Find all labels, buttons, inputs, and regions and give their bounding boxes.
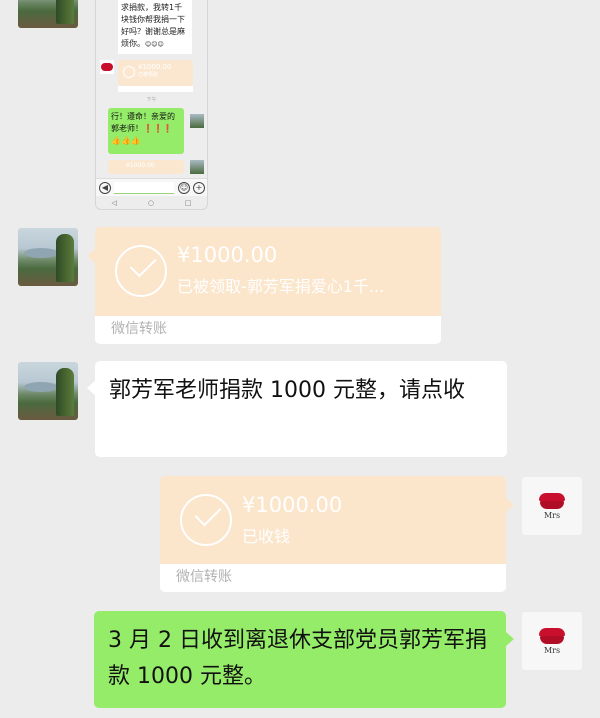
message-text: 3 月 2 日收到离退休支部党员郭芳军捐款 1000 元整。	[108, 628, 487, 689]
transfer-card-body: ¥1000.00 已收钱	[160, 476, 506, 564]
check-circle-icon	[115, 245, 167, 297]
message-text: 郭芳军老师捐款 1000 元整，请点收	[109, 378, 465, 403]
transfer-footer-label: 微信转账	[160, 564, 506, 592]
emoji-icon: ☺	[178, 182, 190, 194]
transfer-amount: ¥1000.00	[242, 493, 343, 517]
shot-line: 块钱你帮我捐一下	[121, 15, 185, 24]
shot-reply-bubble: 行！遵命！亲爱的 郭老师！❗❗❗ 👍👍👍	[108, 108, 184, 154]
bubble-tail	[506, 498, 514, 512]
bubble-tail	[87, 381, 95, 395]
my-avatar[interactable]: Mrs	[522, 612, 582, 670]
voice-icon: ◀	[99, 182, 111, 194]
shot-transfer-card: ¥1000.00 已被领取	[118, 60, 193, 86]
transfer-card-body: ¥1000.00 已被领取-郭芳军捐爱心1千...	[95, 227, 441, 316]
shot-transfer-footer	[118, 86, 193, 92]
shot-reply-line: 👍👍👍	[111, 136, 141, 145]
shot-input-bar: ◀ ☺ +	[96, 178, 207, 196]
avatar-tree	[56, 0, 74, 24]
transfer-card-footer-wrap: 微信转账	[95, 316, 441, 344]
screenshot-image-message[interactable]: 求捐款，我转1千 块钱你帮我捐一下 好吗？谢谢总是麻 烦你。😊😊😊 ¥1000.…	[95, 0, 208, 210]
lips-icon	[539, 492, 565, 509]
transfer-card-sent[interactable]: ¥1000.00 已收钱	[160, 476, 506, 564]
shot-transfer-card-2: ¥1000.00	[108, 160, 184, 174]
transfer-footer-label: 微信转账	[95, 316, 441, 344]
avatar-lake	[24, 382, 58, 392]
back-icon: ◁	[111, 199, 117, 207]
contact-avatar[interactable]	[18, 362, 78, 420]
lips-icon	[539, 627, 565, 644]
contact-avatar[interactable]	[18, 0, 78, 28]
message-bubble-outgoing[interactable]: 3 月 2 日收到离退休支部党员郭芳军捐款 1000 元整。	[94, 611, 506, 708]
shot-reply-line: 郭老师！❗❗❗	[111, 124, 173, 133]
message-bubble-incoming[interactable]: 郭芳军老师捐款 1000 元整，请点收	[95, 361, 507, 457]
shot-transfer-amount: ¥1000.00	[138, 63, 172, 71]
transfer-card-footer-wrap: 微信转账	[160, 564, 506, 592]
check-circle-icon	[180, 494, 232, 546]
plus-icon: +	[193, 182, 205, 194]
shot-input-field	[114, 182, 174, 194]
my-avatar[interactable]: Mrs	[522, 477, 582, 535]
shot-avatar-icon	[190, 160, 204, 174]
recents-icon: □	[184, 199, 192, 207]
avatar-label: Mrs	[543, 510, 561, 520]
contact-avatar[interactable]	[18, 228, 78, 286]
transfer-description: 已被领取-郭芳军捐爱心1千...	[177, 277, 385, 296]
avatar-tree	[56, 234, 74, 282]
transfer-description: 已收钱	[242, 527, 291, 546]
bubble-tail	[506, 632, 514, 646]
shot-nav-bar: ◁ ○ □	[96, 196, 207, 209]
avatar-tree	[56, 368, 74, 416]
shot-reply-line: 行！遵命！亲爱的	[111, 112, 175, 121]
shot-incoming-text: 求捐款，我转1千 块钱你帮我捐一下 好吗？谢谢总是麻 烦你。😊😊😊	[118, 0, 192, 54]
transfer-card-received[interactable]: ¥1000.00 已被领取-郭芳军捐爱心1千...	[95, 227, 441, 316]
avatar-lake	[24, 248, 58, 258]
shot-avatar-icon	[190, 114, 204, 128]
transfer-amount: ¥1000.00	[177, 243, 278, 267]
shot-line: 好吗？谢谢总是麻	[121, 27, 185, 36]
shot-transfer-amount: ¥1000.00	[126, 162, 155, 169]
shot-line: 求捐款，我转1千	[121, 3, 183, 12]
shot-avatar-icon	[100, 60, 114, 74]
shot-transfer-status: 已被领取	[138, 72, 159, 78]
bubble-tail	[87, 249, 95, 263]
shot-timestamp: 下午	[146, 97, 157, 103]
shot-line: 烦你。😊😊😊	[121, 39, 164, 48]
home-icon: ○	[147, 199, 154, 207]
avatar-label: Mrs	[543, 645, 561, 655]
